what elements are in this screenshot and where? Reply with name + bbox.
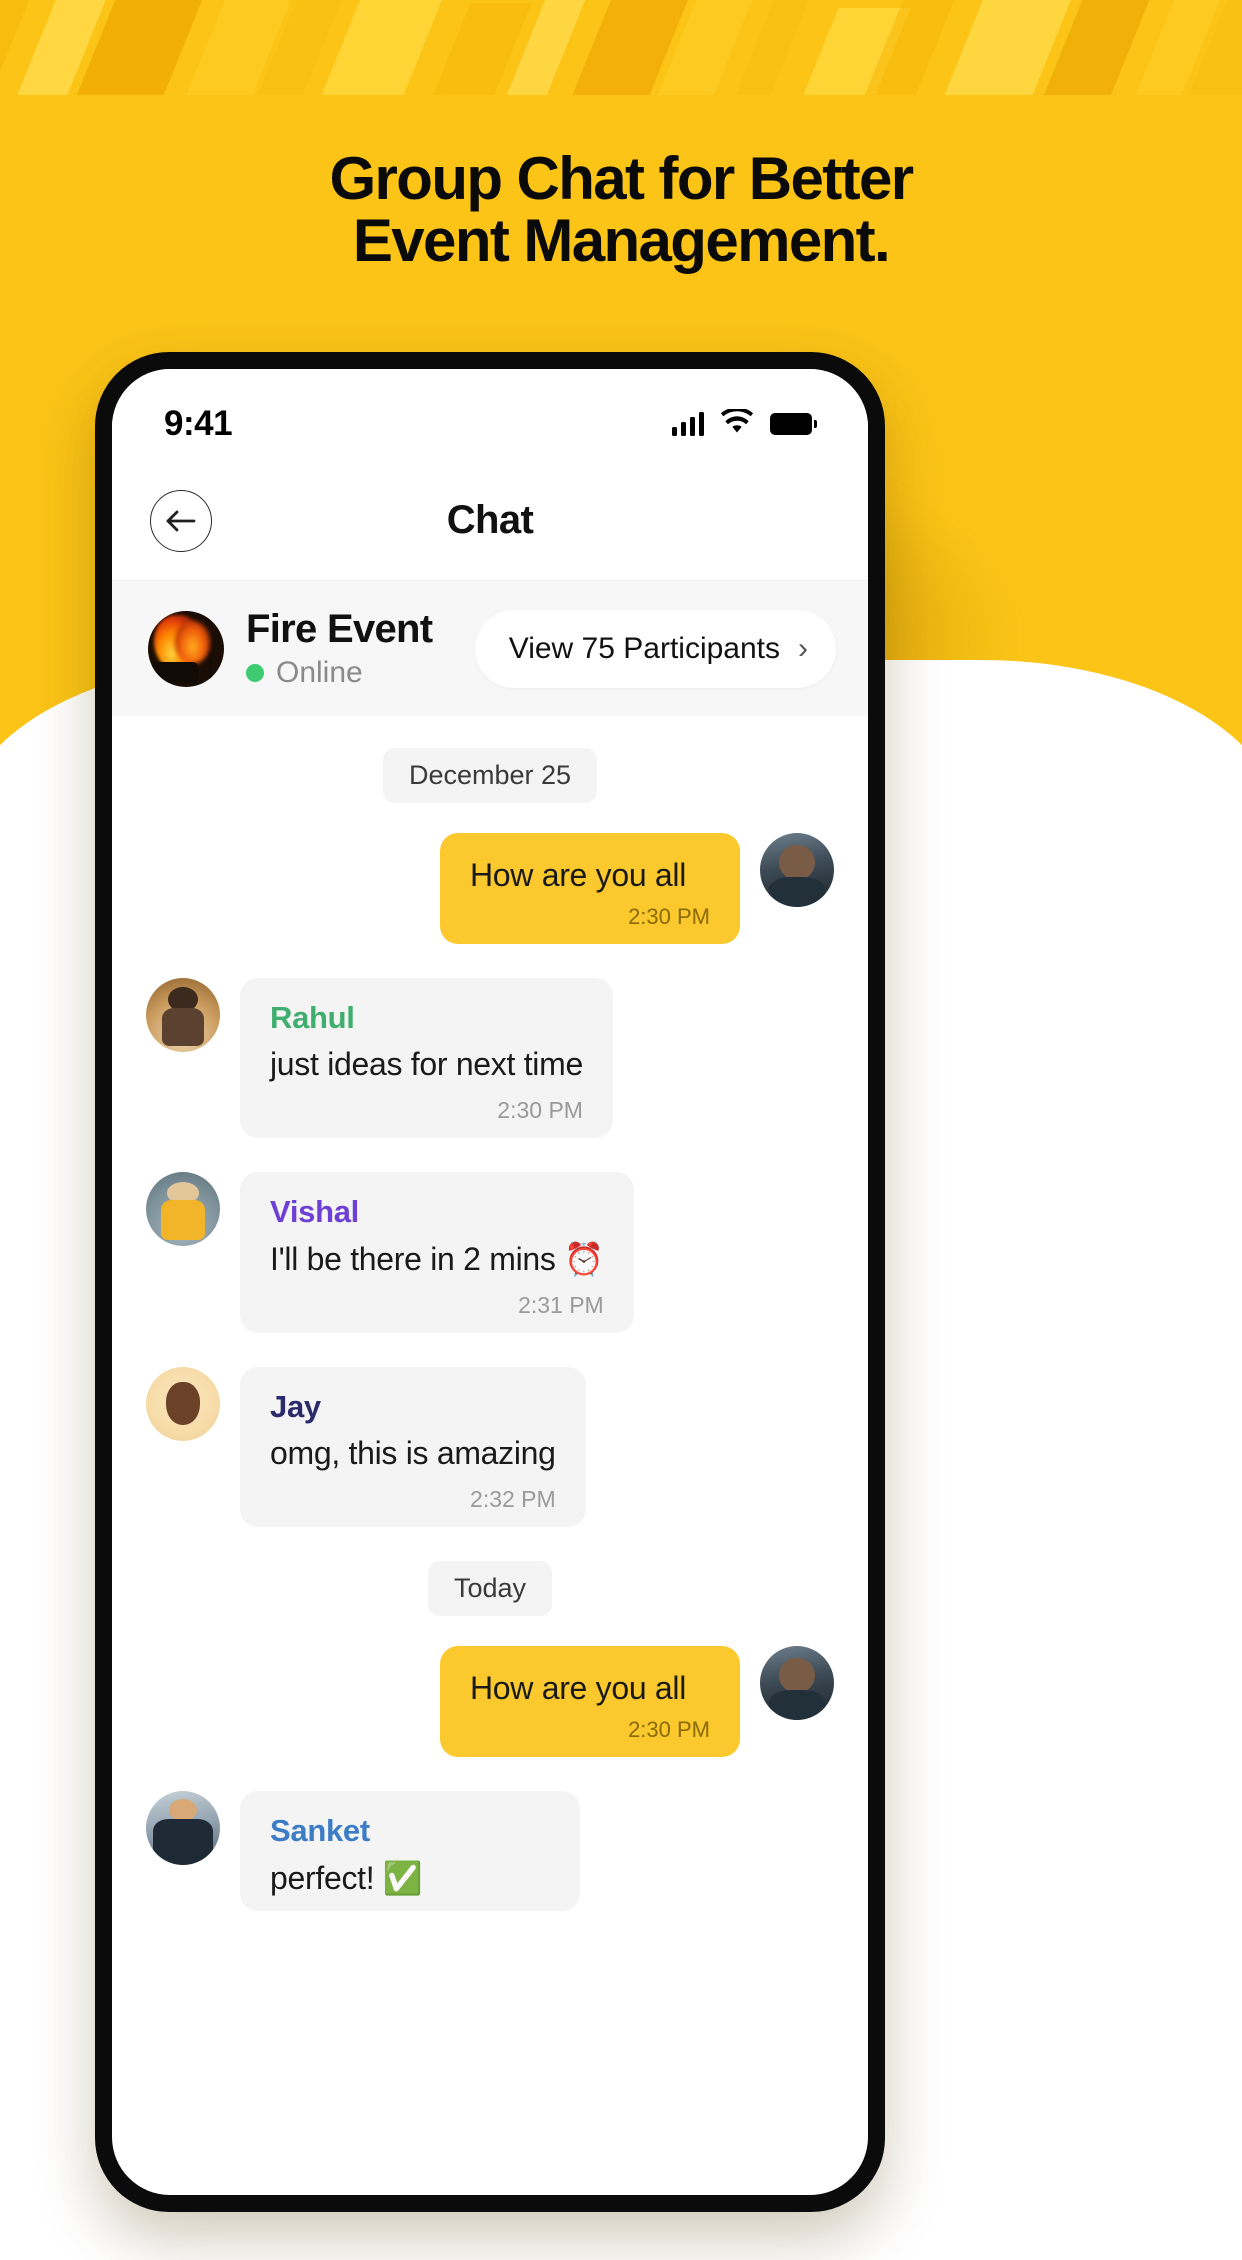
view-participants-label: View 75 Participants [508,631,780,665]
page-title: Group Chat for Better Event Management. [0,148,1242,272]
group-name: Fire Event [246,607,433,651]
message-row[interactable]: How are you all 2:30 PM [146,833,834,944]
message-text: omg, this is amazing [270,1435,556,1471]
message-sender-name: Jay [270,1389,321,1424]
chevron-right-icon: › [798,631,808,665]
back-button[interactable] [150,489,212,552]
group-meta: Fire Event Online [246,607,453,690]
date-divider-label: Today [427,1561,553,1616]
phone-screen: 9:41 Chat Fire Event Online View 75 Part… [112,369,868,2195]
phone-mockup: 9:41 Chat Fire Event Online View 75 Part… [95,352,885,2212]
message-time: 2:31 PM [518,1292,604,1318]
headline-line-2: Event Management. [352,206,891,274]
message-row[interactable]: Vishal I'll be there in 2 mins ⏰ 2:31 PM [146,1172,834,1333]
arrow-left-icon [165,510,197,532]
self-avatar [760,1646,834,1720]
fire-event-avatar [148,610,224,687]
message-bubble-incoming[interactable]: Vishal I'll be there in 2 mins ⏰ 2:31 PM [240,1172,634,1333]
message-row[interactable]: Sanket perfect! ✅ [146,1791,834,1911]
message-row[interactable]: Rahul just ideas for next time 2:30 PM [146,978,834,1138]
message-list[interactable]: December 25 How are you all 2:30 PM Rahu… [112,716,868,1911]
battery-full-icon [770,413,817,435]
status-bar-time: 9:41 [164,404,233,443]
status-bar-icons [671,407,817,439]
message-sender-name: Vishal [270,1194,359,1229]
date-divider: December 25 [146,748,834,803]
message-time: 2:32 PM [470,1486,556,1512]
message-bubble-incoming[interactable]: Sanket perfect! ✅ [240,1791,580,1911]
message-text: How are you all [470,857,687,893]
message-time: 2:30 PM [628,1717,710,1742]
message-text: I'll be there in 2 mins ⏰ [270,1241,604,1277]
rahul-avatar [146,978,220,1052]
online-status-dot [246,664,264,682]
message-text: How are you all [470,1670,687,1706]
message-sender-name: Rahul [270,1000,355,1035]
message-row[interactable]: How are you all 2:30 PM [146,1646,834,1757]
date-divider-label: December 25 [382,748,598,803]
message-row[interactable]: Jay omg, this is amazing 2:32 PM [146,1367,834,1527]
status-bar: 9:41 [112,369,868,461]
signal-bars-icon [671,412,704,436]
message-time: 2:30 PM [628,904,710,929]
online-status-label: Online [276,656,363,689]
message-time: 2:30 PM [497,1097,583,1123]
message-bubble-incoming[interactable]: Jay omg, this is amazing 2:32 PM [240,1367,586,1527]
jay-avatar [146,1367,220,1441]
chat-screen-title: Chat [446,498,534,542]
sanket-avatar [146,1791,220,1865]
group-status-row: Online [246,656,453,690]
decorative-stripe-band [0,0,1242,95]
message-bubble-outgoing[interactable]: How are you all 2:30 PM [440,1646,740,1757]
group-info-strip: Fire Event Online View 75 Participants › [112,581,868,716]
message-bubble-outgoing[interactable]: How are you all 2:30 PM [440,833,740,944]
headline-line-1: Group Chat for Better [329,145,914,212]
wifi-icon [720,407,754,439]
message-text: perfect! ✅ [270,1860,423,1896]
view-participants-button[interactable]: View 75 Participants › [474,609,836,688]
self-avatar [760,833,834,907]
vishal-avatar [146,1172,220,1246]
chat-nav-header: Chat [112,461,868,581]
message-bubble-incoming[interactable]: Rahul just ideas for next time 2:30 PM [240,978,613,1138]
date-divider: Today [146,1561,834,1616]
message-sender-name: Sanket [270,1813,370,1848]
message-text: just ideas for next time [270,1046,583,1082]
